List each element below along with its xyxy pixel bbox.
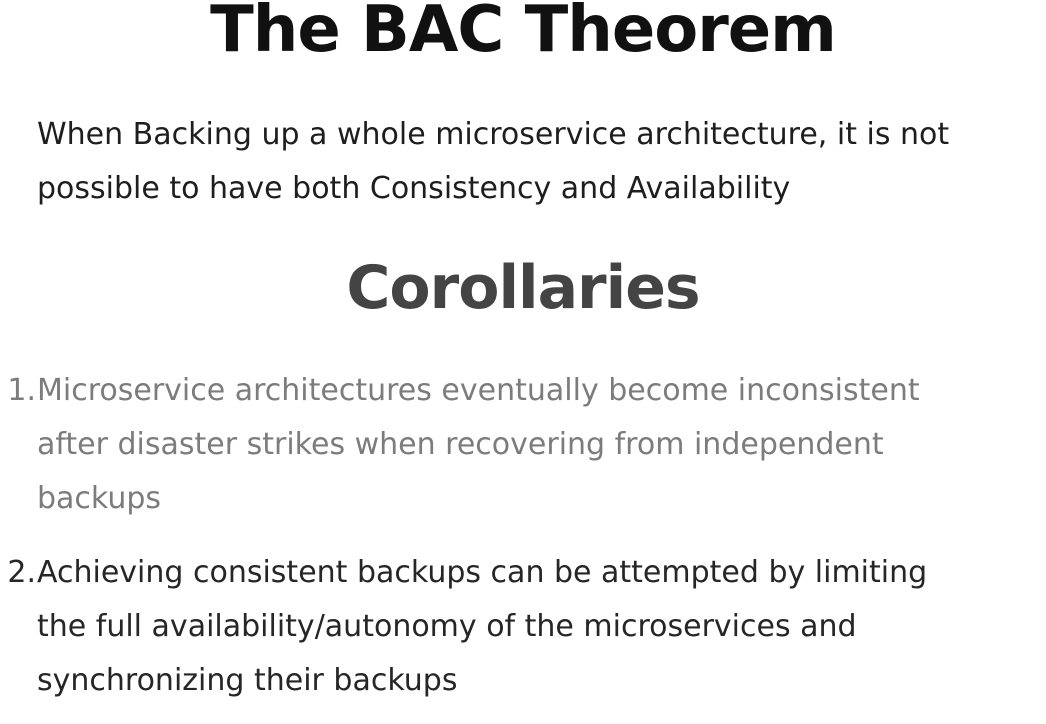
corollary-number: 2. — [7, 555, 36, 590]
corollary-line: backups — [37, 481, 162, 516]
corollary-line: after disaster strikes when recovering f… — [37, 427, 884, 462]
theorem-line: possible to have both Consistency and Av… — [37, 171, 791, 206]
slide-title: The BAC Theorem — [210, 0, 837, 67]
theorem-line: When Backing up a whole microservice arc… — [37, 117, 950, 152]
corollary-line: Achieving consistent backups can be atte… — [37, 555, 928, 590]
corollaries-heading: Corollaries — [346, 253, 700, 323]
theorem-statement: When Backing up a whole microservice arc… — [37, 108, 1043, 216]
corollary-text: Achieving consistent backups can be atte… — [37, 546, 1037, 708]
corollary-line: the full availability/autonomy of the mi… — [37, 609, 857, 644]
corollary-line: Microservice architectures eventually be… — [37, 373, 920, 408]
corollary-line: synchronizing their backups — [37, 663, 458, 698]
slide: The BAC Theorem When Backing up a whole … — [0, 0, 1046, 724]
corollary-number: 1. — [7, 373, 36, 408]
corollary-text: Microservice architectures eventually be… — [37, 364, 1037, 526]
